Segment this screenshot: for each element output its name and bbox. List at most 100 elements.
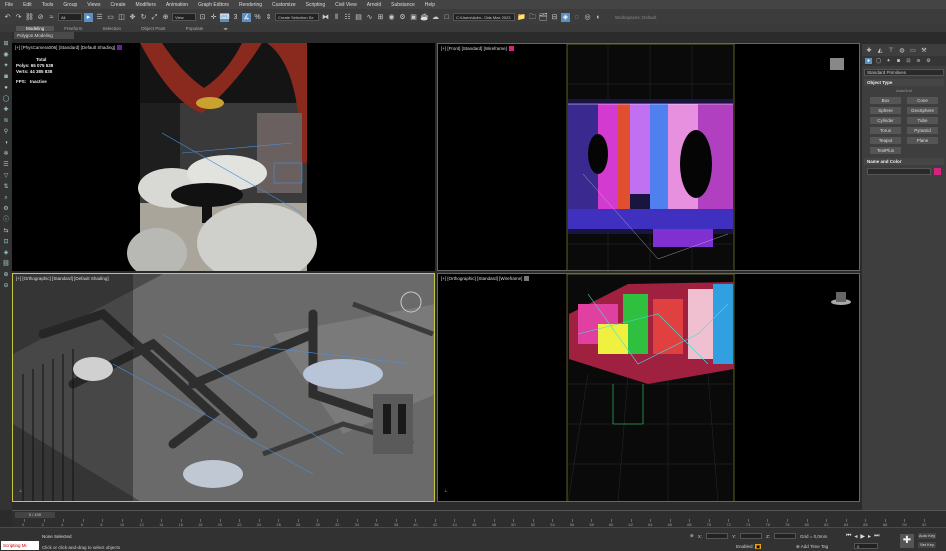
shapes-category-icon[interactable]: ◯ <box>875 58 882 64</box>
light-icon[interactable]: ✦ <box>2 62 10 70</box>
create-tab-icon[interactable]: ✚ <box>865 48 873 55</box>
teapot-button[interactable]: Teapot <box>870 137 901 144</box>
adaptive-degradation-toggle[interactable]: Enabled: ▣ <box>736 544 762 550</box>
menu-group[interactable]: Group <box>58 2 82 8</box>
named-selection-dropdown[interactable]: Create Selection Se <box>275 13 319 21</box>
menu-arnold[interactable]: Arnold <box>362 2 386 8</box>
arnold-view-icon[interactable]: ◐ <box>594 13 603 22</box>
tab-modeling[interactable]: Modeling <box>16 26 55 31</box>
menu-modifiers[interactable]: Modifiers <box>131 2 161 8</box>
textplus-button[interactable]: TextPlus <box>870 147 901 154</box>
spacewarps-category-icon[interactable]: ≋ <box>915 58 922 64</box>
select-object-icon[interactable]: ▸ <box>84 12 93 22</box>
render-setup-icon[interactable]: ⚙ <box>398 13 407 22</box>
menu-civil-view[interactable]: Civil View <box>330 2 362 8</box>
viewport-label[interactable]: [+] [Orthographic] [Standard] [Wireframe… <box>441 276 530 282</box>
cylinder-button[interactable]: Cylinder <box>870 117 901 124</box>
menu-create[interactable]: Create <box>106 2 131 8</box>
layer-icon[interactable]: ☰ <box>2 161 10 169</box>
spinner-snap-icon[interactable]: ⇕ <box>264 13 273 22</box>
prev-frame-icon[interactable]: ◂ <box>854 533 857 540</box>
viewport-front[interactable]: [+] [Front] [Standard] [Wireframe] <box>437 43 860 271</box>
mirror-icon[interactable]: ⧓ <box>321 13 330 22</box>
settings-icon[interactable]: ⚙ <box>2 205 10 213</box>
display-tab-icon[interactable]: ▭ <box>909 48 917 55</box>
add-time-tag[interactable]: ⊕ Add Time Tag <box>796 544 828 550</box>
project-folder-icon[interactable]: 🗂 <box>539 13 548 22</box>
percent-snap-icon[interactable]: % <box>253 13 262 22</box>
current-frame-input[interactable]: 0 <box>854 543 878 549</box>
menu-help[interactable]: Help <box>420 2 440 8</box>
timeline[interactable]: 0 / 100 0 2 4 6 8 10 12 14 16 18 20 22 24 26 28 30 32 34 3… <box>12 510 946 527</box>
ribbon-toggle-icon[interactable]: ◂▸ <box>213 26 238 32</box>
geosphere-button[interactable]: GeoSphere <box>907 107 938 114</box>
freeze-icon[interactable]: ❄ <box>2 150 10 158</box>
menu-views[interactable]: Views <box>82 2 105 8</box>
autogrid-checkbox[interactable]: AutoGrid <box>864 88 944 93</box>
render-cloud-icon[interactable]: ☁ <box>431 13 440 22</box>
menu-edit[interactable]: Edit <box>18 2 37 8</box>
viewport-label-text[interactable]: [+] [PhysCamera006] [Standard] [Default … <box>15 45 115 50</box>
viewport-orthographic-shaded[interactable]: [+] [Orthographic] [Standard] [Default S… <box>12 273 435 502</box>
menu-file[interactable]: File <box>0 2 18 8</box>
x-coord-input[interactable] <box>706 533 729 539</box>
workspace-label[interactable]: Workspaces: Default <box>615 15 656 20</box>
render-icon[interactable]: ☕ <box>420 13 429 22</box>
layer-explorer-icon[interactable]: ☷ <box>343 13 352 22</box>
project-path-dropdown[interactable]: C:\Users\Adm...\3ds Max 2023 <box>453 13 515 21</box>
material-editor-icon[interactable]: ◉ <box>387 13 396 22</box>
box-button[interactable]: Box <box>870 97 901 104</box>
viewport-label[interactable]: [+] [Front] [Standard] [Wireframe] <box>441 46 514 52</box>
geometry-category-icon[interactable]: ● <box>865 58 872 64</box>
bone-icon[interactable]: ⚲ <box>2 128 10 136</box>
cone-button[interactable]: Cone <box>907 97 938 104</box>
menu-customize[interactable]: Customize <box>267 2 301 8</box>
open-folder-icon[interactable]: 📁 <box>517 13 526 22</box>
select-by-name-icon[interactable]: ☰ <box>95 13 104 22</box>
bind-spacewarp-icon[interactable]: ≈ <box>47 13 56 22</box>
link-icon[interactable]: ⛓ <box>25 13 34 22</box>
sort-icon[interactable]: ⇅ <box>2 183 10 191</box>
time-slider[interactable]: 0 / 100 <box>15 512 55 518</box>
maxscript-listener-input[interactable]: Scripting Mi <box>1 541 39 550</box>
lights-category-icon[interactable]: ✦ <box>885 58 892 64</box>
geometry-icon[interactable]: ● <box>2 84 10 92</box>
select-manipulate-icon[interactable]: ✛ <box>209 13 218 22</box>
menu-graph-editors[interactable]: Graph Editors <box>193 2 234 8</box>
move-icon[interactable]: ✥ <box>128 13 137 22</box>
scale-icon[interactable]: ⤢ <box>150 13 159 22</box>
viewport-label[interactable]: [+] [PhysCamera006] [Standard] [Default … <box>15 45 123 51</box>
align-icon[interactable]: ⫴ <box>332 13 341 22</box>
viewport-label-text[interactable]: [+] [Front] [Standard] [Wireframe] <box>441 46 507 51</box>
scene-explorer-icon[interactable]: ⊞ <box>2 40 10 48</box>
pyramid-button[interactable]: Pyramid <box>907 127 938 134</box>
spacewarp-icon[interactable]: ≋ <box>2 117 10 125</box>
menu-substance[interactable]: Substance <box>386 2 420 8</box>
name-color-header[interactable]: Name and Color <box>864 158 944 165</box>
viewport-label-text[interactable]: [+] [Orthographic] [Standard] [Default S… <box>16 276 109 281</box>
schematic-view-icon[interactable]: ⊞ <box>376 13 385 22</box>
menu-scripting[interactable]: Scripting <box>301 2 330 8</box>
systems-category-icon[interactable]: ⚙ <box>925 58 932 64</box>
tab-freeform[interactable]: Freeform <box>54 26 92 31</box>
window-crossing-icon[interactable]: ◫ <box>117 13 126 22</box>
info-icon[interactable]: ⓘ <box>2 216 10 224</box>
object-type-header[interactable]: Object Type <box>864 79 944 86</box>
polygon-modeling-panel[interactable]: Polygon Modeling <box>14 32 74 39</box>
snap-toggle-icon[interactable]: 3 <box>231 13 240 22</box>
next-frame-icon[interactable]: ▸ <box>868 533 871 540</box>
rendered-frame-icon[interactable]: ▣ <box>409 13 418 22</box>
material-icon[interactable]: ◈ <box>2 249 10 257</box>
absolute-mode-icon[interactable]: ⊕ <box>690 533 694 539</box>
goto-start-icon[interactable]: ⏮ <box>846 533 851 540</box>
menu-rendering[interactable]: Rendering <box>234 2 267 8</box>
angle-snap-icon[interactable]: ∡ <box>242 12 251 22</box>
viewport-orthographic-wire[interactable]: [+] [Orthographic] [Standard] [Wireframe… <box>437 273 860 502</box>
display-icon[interactable]: ◉ <box>2 51 10 59</box>
auto-key-button[interactable]: Auto Key <box>918 533 936 539</box>
helper-icon[interactable]: ✚ <box>2 106 10 114</box>
ref-coord-dropdown[interactable]: View <box>172 13 196 21</box>
arnold-render-icon[interactable]: ◌ <box>572 13 581 22</box>
find-icon[interactable]: ⌕ <box>2 194 10 202</box>
pivot-icon[interactable]: ⊡ <box>198 13 207 22</box>
